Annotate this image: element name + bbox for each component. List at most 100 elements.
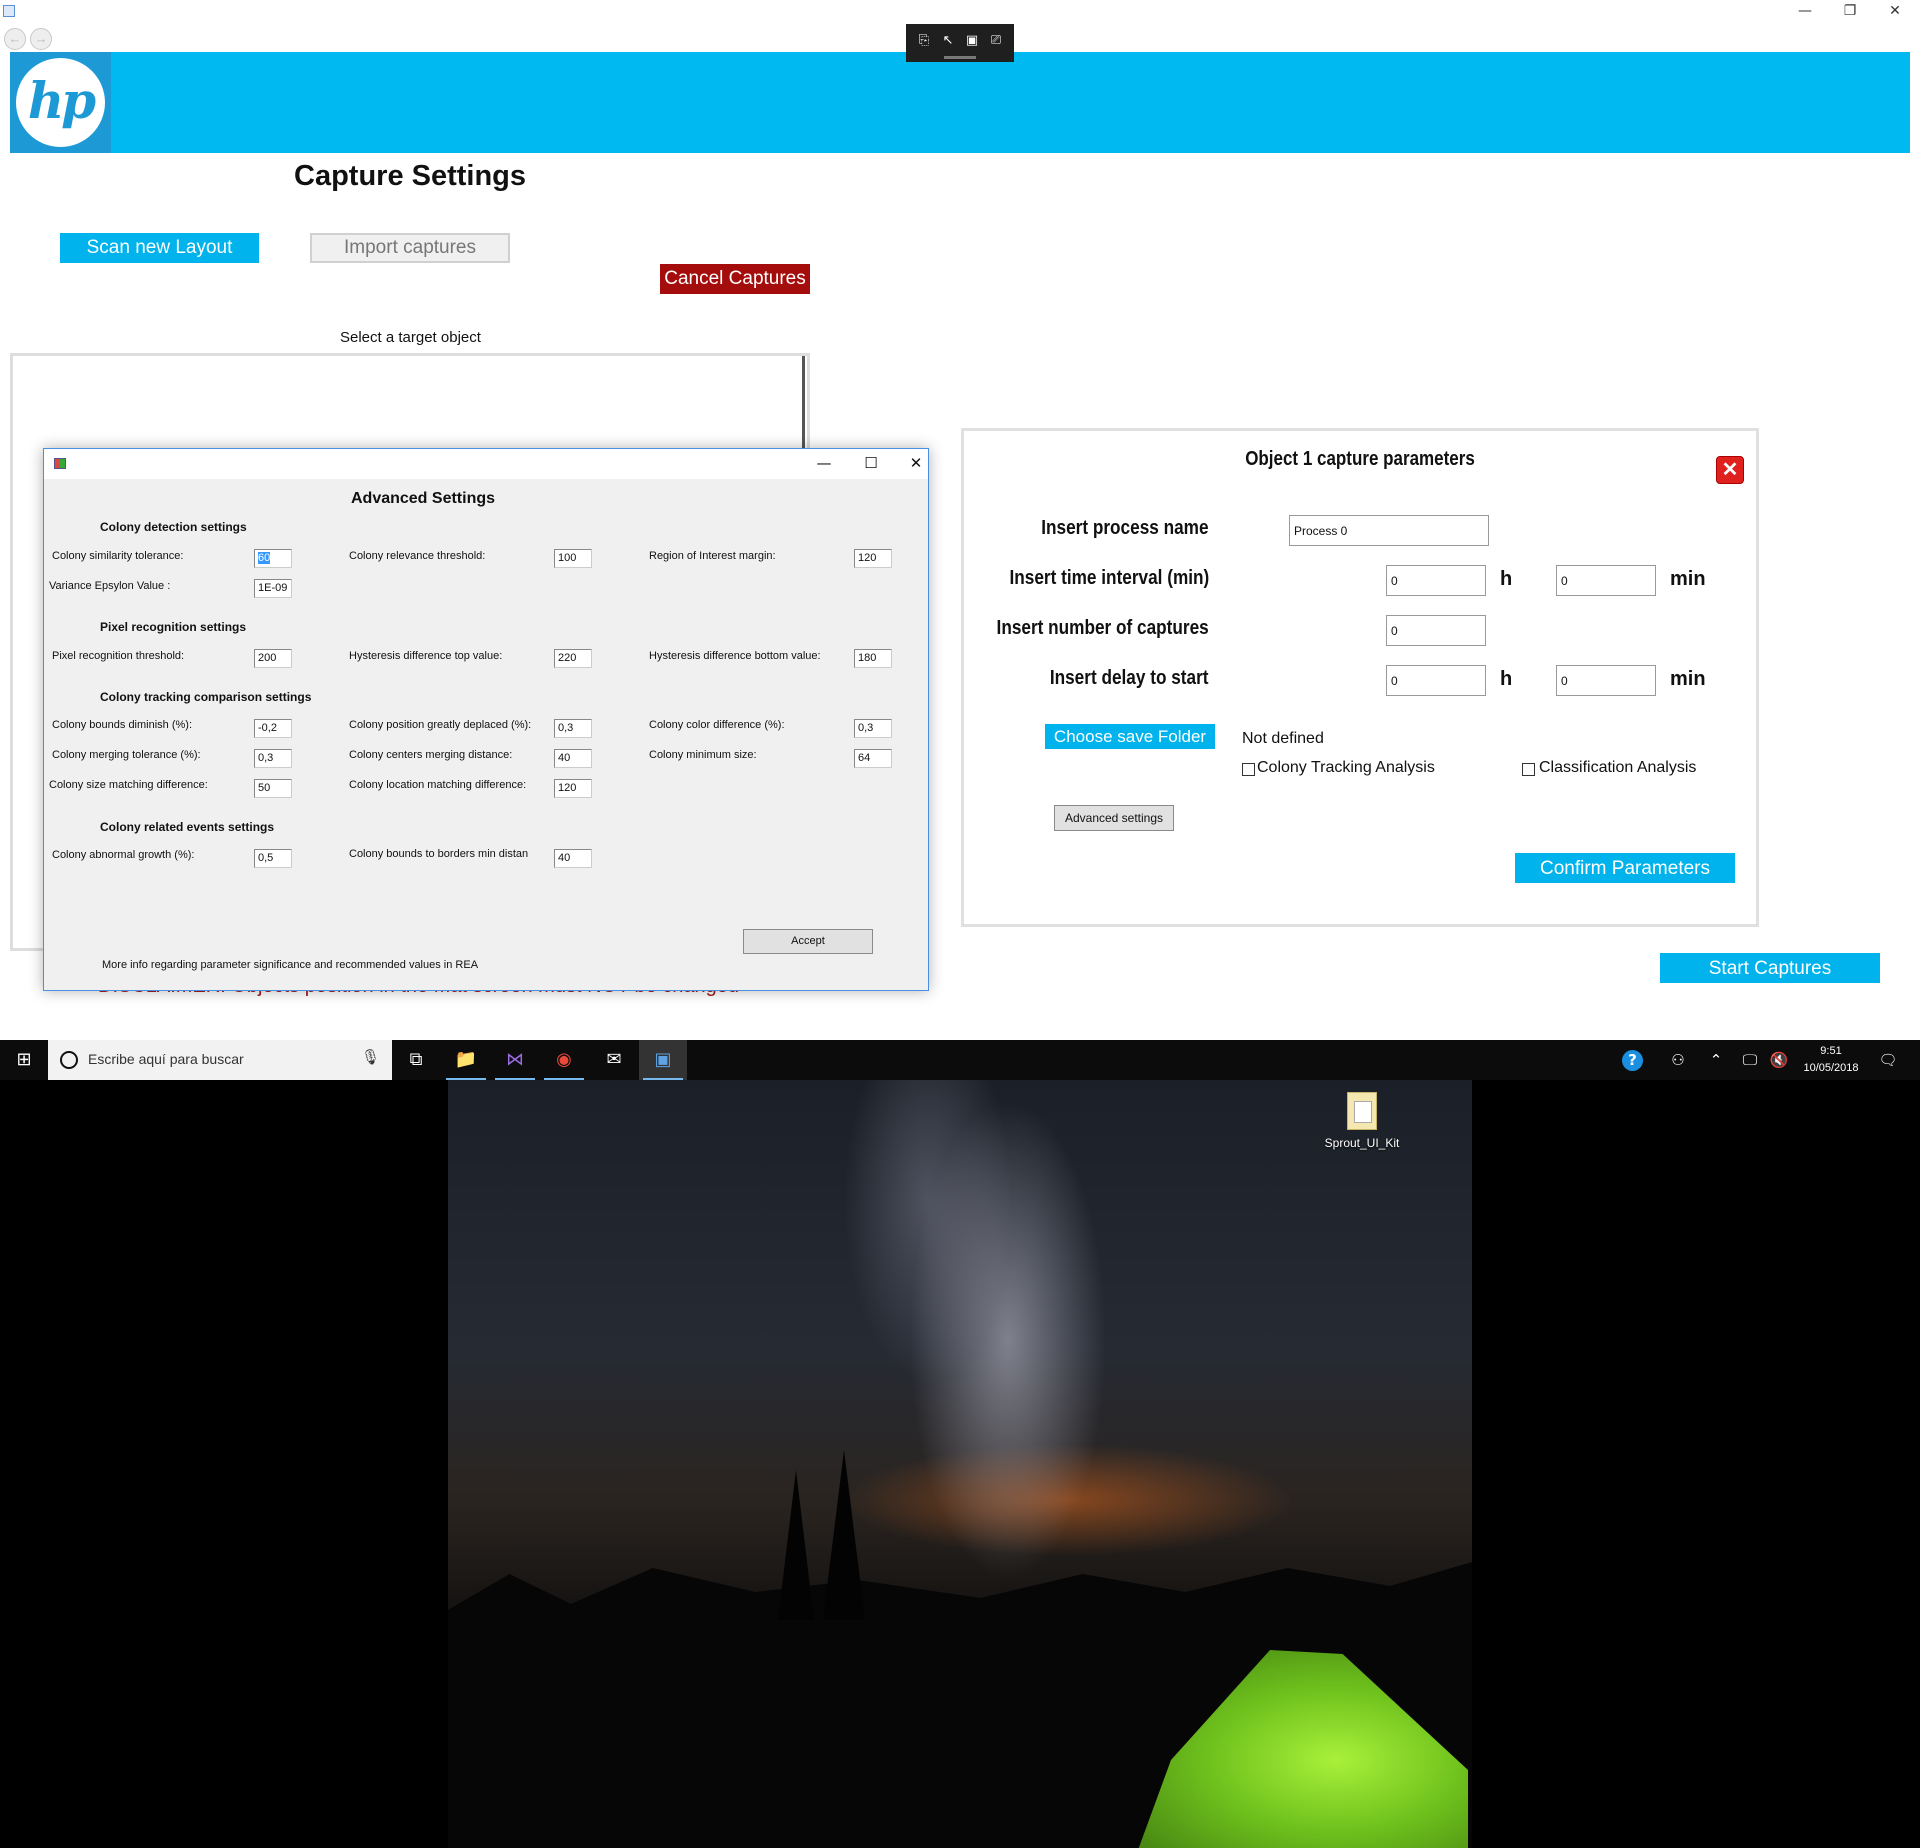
mail-icon[interactable]: ✉ (590, 1040, 638, 1080)
size-matching-input[interactable]: 50 (254, 779, 292, 798)
task-view-icon[interactable]: ⧉ (392, 1040, 440, 1080)
info-text: More info regarding parameter significan… (102, 959, 479, 971)
microphone-icon[interactable]: 🎙 (361, 1048, 380, 1066)
close-icon[interactable]: ✕ (1716, 456, 1744, 484)
taskbar: ⊞ Escribe aquí para buscar 🎙 ⧉ 📁 ⋈ ◉ ✉ ▣… (0, 1040, 1920, 1080)
minimize-button[interactable]: — (1782, 0, 1828, 24)
desktop-shortcut-label: Sprout_UI_Kit (1324, 1136, 1400, 1150)
interval-minutes-input[interactable] (1556, 565, 1656, 596)
confirm-parameters-button[interactable]: Confirm Parameters (1515, 853, 1735, 883)
clock-time: 9:51 (1820, 1045, 1842, 1057)
desktop-background-left (0, 1080, 448, 1848)
forward-button[interactable]: → (30, 28, 52, 50)
dialog-minimize-button[interactable]: — (809, 453, 839, 475)
hyst-bottom-input[interactable]: 180 (854, 649, 892, 668)
page-title: Capture Settings (294, 160, 527, 192)
desktop-shortcut[interactable]: Sprout_UI_Kit (1322, 1092, 1402, 1150)
relevance-input[interactable]: 100 (554, 549, 592, 568)
select-tool-icon[interactable]: ⎘ (914, 31, 934, 51)
color-diff-input[interactable]: 0,3 (854, 719, 892, 738)
hyst-top-input[interactable]: 220 (554, 649, 592, 668)
start-captures-button[interactable]: Start Captures (1660, 953, 1880, 983)
dialog-close-button[interactable]: ✕ (901, 453, 931, 475)
search-box[interactable]: Escribe aquí para buscar 🎙 (48, 1040, 392, 1080)
file-icon (1347, 1092, 1377, 1130)
classification-label[interactable]: Classification Analysis (1539, 759, 1696, 777)
captures-count-input[interactable] (1386, 615, 1486, 646)
pointer-icon[interactable]: ↖ (938, 31, 958, 51)
bounds-diminish-input[interactable]: -0,2 (254, 719, 292, 738)
min-size-input[interactable]: 64 (854, 749, 892, 768)
windows-start-icon[interactable]: ⊞ (0, 1040, 48, 1080)
screen-icon[interactable]: ⎚ (986, 31, 1006, 51)
tracking-checkbox[interactable] (1242, 763, 1255, 776)
visual-studio-icon[interactable]: ⋈ (491, 1040, 539, 1080)
hours-unit: h (1500, 668, 1513, 690)
bounds-borders-label: Colony bounds to borders min distan (349, 848, 529, 860)
accept-button[interactable]: Accept (743, 929, 873, 954)
section-tracking: Colony tracking comparison settings (100, 690, 312, 704)
app-window: — ❐ ✕ ← → hp ⎘ ↖ ▣ ⎚ Capture Settings Sc… (0, 0, 1920, 1040)
location-matching-label: Colony location matching difference: (349, 779, 527, 791)
hours-unit: h (1500, 568, 1513, 590)
cortana-icon (60, 1051, 78, 1069)
notifications-icon[interactable]: 🗨 (1870, 1040, 1906, 1080)
dialog-app-icon (54, 458, 66, 469)
variance-input[interactable]: 1E-09 (254, 579, 292, 598)
import-captures-button[interactable]: Import captures (310, 233, 510, 263)
clock-date: 10/05/2018 (1803, 1062, 1859, 1074)
tree-silhouette (823, 1450, 865, 1620)
pixel-threshold-input[interactable]: 200 (254, 649, 292, 668)
desktop-wallpaper (448, 1080, 1472, 1848)
abnormal-growth-label: Colony abnormal growth (%): (52, 849, 195, 861)
hp-logo-text: hp (16, 58, 105, 147)
delay-hours-input[interactable] (1386, 665, 1486, 696)
frame-icon[interactable]: ▣ (962, 31, 982, 51)
bounds-diminish-label: Colony bounds diminish (%): (52, 719, 193, 731)
back-button[interactable]: ← (4, 28, 26, 50)
tracking-label[interactable]: Colony Tracking Analysis (1257, 759, 1435, 777)
delay-minutes-input[interactable] (1556, 665, 1656, 696)
choose-folder-button[interactable]: Choose save Folder (1045, 724, 1215, 749)
search-placeholder: Escribe aquí para buscar (88, 1051, 244, 1067)
system-clock[interactable]: 9:51 10/05/2018 (1795, 1043, 1867, 1077)
section-events: Colony related events settings (100, 820, 275, 834)
chrome-icon[interactable]: ◉ (540, 1040, 588, 1080)
restore-button[interactable]: ❐ (1827, 0, 1873, 24)
abnormal-growth-input[interactable]: 0,5 (254, 849, 292, 868)
roi-margin-input[interactable]: 120 (854, 549, 892, 568)
interval-hours-input[interactable] (1386, 565, 1486, 596)
tree-silhouette (778, 1470, 814, 1620)
people-icon[interactable]: ⚇ (1664, 1040, 1692, 1080)
app-window-icon[interactable]: ▣ (639, 1040, 687, 1080)
position-deplaced-input[interactable]: 0,3 (554, 719, 592, 738)
merging-tol-input[interactable]: 0,3 (254, 749, 292, 768)
size-matching-label: Colony size matching difference: (49, 779, 208, 791)
similarity-input[interactable]: 60 (254, 549, 292, 568)
chevron-up-icon[interactable]: ⌃ (1704, 1040, 1728, 1080)
file-explorer-icon[interactable]: 📁 (442, 1040, 490, 1080)
toolbar-grip[interactable] (944, 56, 976, 59)
params-title: Object 1 capture parameters (1245, 448, 1475, 470)
app-icon (3, 5, 15, 17)
relevance-label: Colony relevance threshold: (349, 550, 486, 562)
close-button[interactable]: ✕ (1872, 0, 1918, 24)
select-target-label: Select a target object (340, 329, 481, 346)
hyst-bottom-label: Hysteresis difference bottom value: (649, 650, 821, 662)
dialog-maximize-button[interactable]: ☐ (856, 453, 886, 475)
classification-checkbox[interactable] (1522, 763, 1535, 776)
delay-label: Insert delay to start (1050, 667, 1209, 689)
pixel-threshold-label: Pixel recognition threshold: (52, 650, 185, 662)
process-name-input[interactable] (1289, 515, 1489, 546)
volume-mute-icon[interactable]: 🔇 (1766, 1040, 1792, 1080)
capture-params-panel: Object 1 capture parameters ✕ Insert pro… (961, 428, 1759, 927)
advanced-settings-button[interactable]: Advanced settings (1054, 805, 1174, 831)
roi-margin-label: Region of Interest margin: (649, 550, 776, 562)
bounds-borders-input[interactable]: 40 (554, 849, 592, 868)
scan-layout-button[interactable]: Scan new Layout (60, 233, 259, 263)
cancel-captures-button[interactable]: Cancel Captures (660, 264, 810, 294)
centers-merging-input[interactable]: 40 (554, 749, 592, 768)
network-icon[interactable]: 🖵 (1736, 1040, 1764, 1080)
help-icon[interactable]: ? (1622, 1050, 1643, 1071)
location-matching-input[interactable]: 120 (554, 779, 592, 798)
